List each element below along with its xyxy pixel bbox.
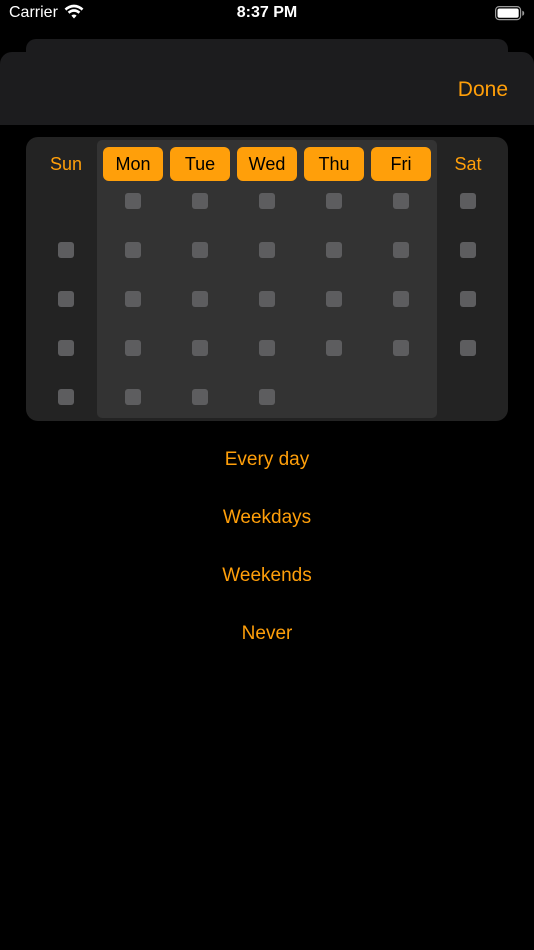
sheet-header: Done xyxy=(0,52,534,125)
calendar-cell xyxy=(393,340,409,356)
calendar-cell xyxy=(393,193,409,209)
day-toggle-wed[interactable]: Wed xyxy=(237,147,297,181)
calendar-cell xyxy=(192,242,208,258)
calendar-cell xyxy=(58,242,74,258)
calendar-cell xyxy=(192,193,208,209)
day-toggle-thu[interactable]: Thu xyxy=(304,147,364,181)
calendar-cell xyxy=(259,291,275,307)
calendar-cell xyxy=(259,193,275,209)
day-toggle-tue[interactable]: Tue xyxy=(170,147,230,181)
calendar-cell xyxy=(259,340,275,356)
calendar-cell xyxy=(460,340,476,356)
calendar-cell xyxy=(393,242,409,258)
calendar-cell xyxy=(460,242,476,258)
calendar-cell xyxy=(58,291,74,307)
calendar-cell xyxy=(460,193,476,209)
calendar-cell xyxy=(192,389,208,405)
status-bar: Carrier 8:37 PM xyxy=(0,0,534,30)
option-never[interactable]: Never xyxy=(0,614,534,672)
battery-icon xyxy=(495,6,525,26)
calendar-cell xyxy=(326,193,342,209)
calendar-cell xyxy=(326,340,342,356)
calendar-cell xyxy=(192,291,208,307)
calendar-cell xyxy=(58,340,74,356)
done-button[interactable]: Done xyxy=(458,78,508,102)
calendar-cell xyxy=(125,340,141,356)
calendar-cell xyxy=(58,389,74,405)
clock: 8:37 PM xyxy=(236,4,298,21)
calendar-cell xyxy=(125,193,141,209)
option-every-day[interactable]: Every day xyxy=(0,440,534,498)
day-toggle-sat[interactable]: Sat xyxy=(438,147,498,181)
calendar-cell xyxy=(125,291,141,307)
calendar-cell xyxy=(259,242,275,258)
calendar-cell xyxy=(125,242,141,258)
option-weekdays[interactable]: Weekdays xyxy=(0,498,534,556)
option-weekends[interactable]: Weekends xyxy=(0,556,534,614)
day-picker-card: Sun Mon Tue Wed Thu Fri Sat xyxy=(26,137,508,421)
weekday-highlight xyxy=(97,140,437,418)
calendar-cell xyxy=(259,389,275,405)
calendar-cell xyxy=(125,389,141,405)
calendar-cell xyxy=(393,291,409,307)
day-toggle-mon[interactable]: Mon xyxy=(103,147,163,181)
preset-options: Every day Weekdays Weekends Never xyxy=(0,440,534,672)
calendar-cell xyxy=(192,340,208,356)
calendar-cell xyxy=(326,242,342,258)
day-toggle-fri[interactable]: Fri xyxy=(371,147,431,181)
day-toggle-sun[interactable]: Sun xyxy=(36,147,96,181)
calendar-cell xyxy=(460,291,476,307)
calendar-cell xyxy=(326,291,342,307)
